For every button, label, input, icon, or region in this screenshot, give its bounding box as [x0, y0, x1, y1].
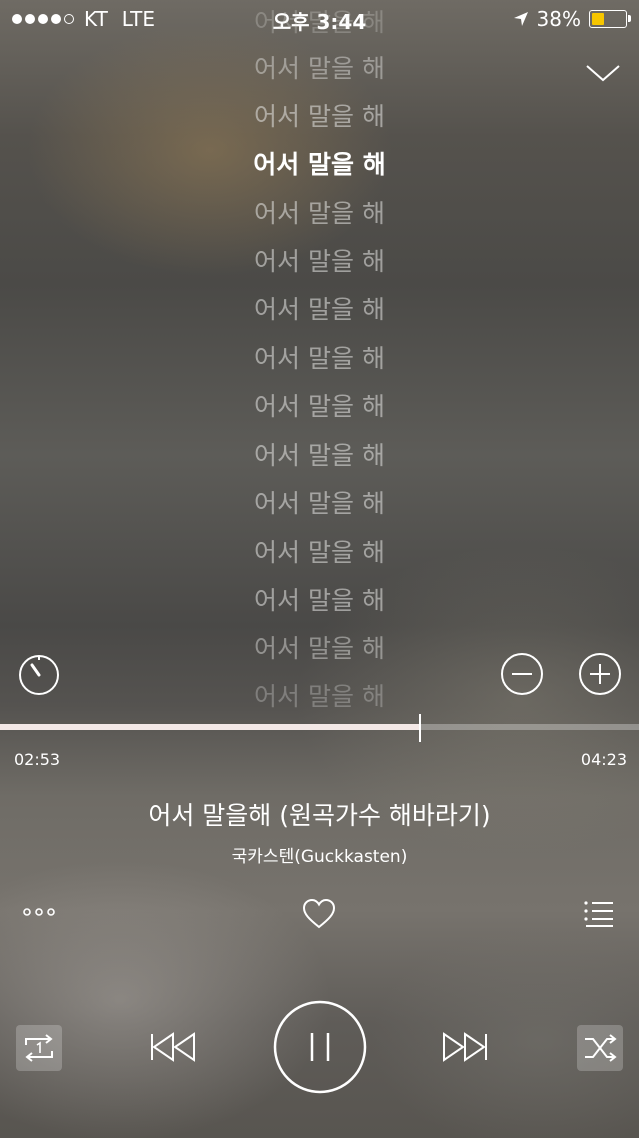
playback-progress-bar[interactable] [0, 714, 639, 742]
pause-button[interactable] [273, 1000, 367, 1094]
next-track-button[interactable] [440, 1030, 490, 1064]
lyrics-panel[interactable]: 어서 말을 해 어서 말을 해 어서 말을 해 어서 말을 해 어서 말을 해 … [0, 0, 639, 710]
heart-icon [302, 898, 336, 929]
repeat-one-icon [25, 1034, 53, 1062]
playlist-button[interactable] [582, 896, 616, 930]
lyric-line: 어서 말을 해 [254, 489, 385, 518]
track-artist[interactable]: 국카스텐(Guckkasten) [0, 842, 639, 867]
more-options-button[interactable] [22, 900, 58, 924]
minus-circle-icon [501, 653, 543, 695]
lyrics-size-increase-button[interactable] [578, 652, 622, 696]
plus-circle-icon [579, 653, 621, 695]
elapsed-time: 02:53 [14, 750, 61, 769]
collapse-player-button[interactable] [585, 58, 621, 88]
pause-icon [273, 1000, 367, 1094]
lyrics-size-decrease-button[interactable] [500, 652, 544, 696]
progress-fill [0, 724, 420, 730]
skip-next-icon [443, 1032, 487, 1062]
lyric-line: 어서 말을 해 [254, 102, 385, 131]
list-icon [584, 901, 613, 927]
progress-thumb[interactable] [418, 714, 421, 742]
track-title: 어서 말을해 (원곡가수 해바라기) [148, 801, 491, 830]
lyric-line: 어서 말을 해 [254, 199, 385, 228]
skip-previous-icon [151, 1032, 195, 1062]
like-button[interactable] [301, 897, 337, 931]
lyric-line: 어서 말을 해 [254, 54, 385, 83]
sleep-timer-button[interactable] [17, 652, 61, 696]
chevron-down-icon [586, 65, 620, 82]
lyric-line: 어서 말을 해 [254, 441, 385, 470]
lyric-line: 어서 말을 해 [254, 247, 385, 276]
shuffle-icon [585, 1034, 617, 1062]
lyric-line-current: 어서 말을 해 [253, 150, 386, 179]
repeat-one-button[interactable] [16, 1025, 62, 1071]
total-time: 04:23 [580, 750, 627, 769]
lyric-line: 어서 말을 해 [254, 586, 385, 615]
lyric-line-partial: 어서 말을 해 [254, 8, 385, 37]
lyric-line: 어서 말을 해 [254, 344, 385, 373]
lyric-line: 어서 말을 해 [254, 295, 385, 324]
previous-track-button[interactable] [148, 1030, 198, 1064]
more-dots-icon [23, 908, 55, 916]
shuffle-button[interactable] [577, 1025, 623, 1071]
timer-icon [19, 655, 59, 695]
lyric-line: 어서 말을 해 [254, 392, 385, 421]
lyric-line: 어서 말을 해 [254, 538, 385, 567]
